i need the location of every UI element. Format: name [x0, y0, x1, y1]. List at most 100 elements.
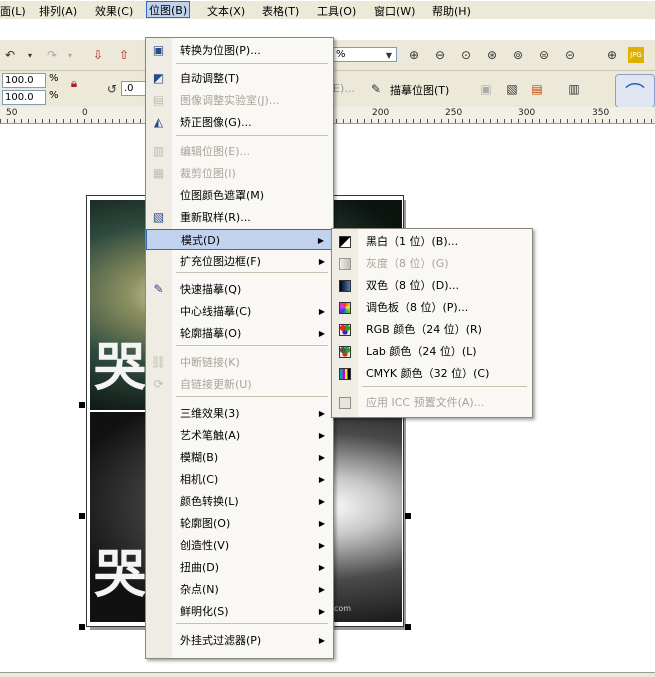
menu-item[interactable]: 轮廓图(O) ▶ — [146, 513, 333, 534]
menu-item: ▥ 编辑位图(E)... — [146, 141, 333, 162]
zoom-selected-icon[interactable]: ⊛ — [484, 47, 500, 63]
black-white-mode-icon — [337, 234, 352, 249]
trace-bitmap-button[interactable]: 描摹位图(T) — [390, 82, 449, 98]
height-scale-field[interactable]: 100.0 — [2, 90, 46, 105]
menu-item[interactable]: 创造性(V) ▶ — [146, 535, 333, 556]
menu-item[interactable]: 模式(D) ▶ — [146, 229, 333, 250]
menu-item-label: 快速描摹(Q) — [180, 283, 242, 296]
menu-item: ⛓ 中断链接(K) — [146, 352, 333, 373]
menu-item[interactable]: 轮廓描摹(O) ▶ — [146, 323, 333, 344]
resample-toolbar-icon[interactable]: ▧ — [504, 81, 520, 97]
submenu-item[interactable]: Lab 颜色（24 位）(L) — [332, 341, 532, 362]
menu-item[interactable]: ▣ 转换为位图(P)... — [146, 40, 333, 61]
palette-mode-icon — [337, 300, 352, 315]
menu-item-label: 鲜明化(S) — [180, 605, 229, 618]
menu-item-label: 矫正图像(G)... — [180, 116, 252, 129]
submenu-item: 灰度（8 位）(G) — [332, 253, 532, 274]
snap-icon[interactable]: ⊕ — [604, 47, 620, 63]
selection-handle[interactable] — [79, 624, 85, 630]
import-icon[interactable]: ⇩ — [90, 47, 106, 63]
selection-handle[interactable] — [405, 513, 411, 519]
selection-handle[interactable] — [79, 402, 85, 408]
lock-ratio-icon[interactable]: 🔒︎ — [66, 75, 82, 91]
zoom-page-icon[interactable]: ⊚ — [510, 47, 526, 63]
menu-bitmaps[interactable]: 位图(B) — [146, 1, 191, 18]
zoom-in-icon[interactable]: ⊕ — [406, 47, 422, 63]
zoom-dropdown-icon[interactable]: ▼ — [381, 47, 397, 63]
menu-tools[interactable]: 工具(O) — [317, 3, 356, 19]
jpg-export-icon[interactable]: JPG — [628, 47, 644, 63]
menu-help[interactable]: 帮助(H) — [432, 3, 471, 19]
zoom-height-icon[interactable]: ⊝ — [562, 47, 578, 63]
height-percent-label: % — [49, 90, 59, 101]
undo-dropdown-icon[interactable]: ▾ — [22, 47, 38, 63]
menu-item[interactable]: 模糊(B) ▶ — [146, 447, 333, 468]
redo-icon[interactable]: ↷ — [44, 47, 60, 63]
menu-item[interactable]: ✎ 快速描摹(Q) — [146, 279, 333, 300]
menu-separator — [176, 63, 328, 64]
menu-text[interactable]: 文本(X) — [207, 3, 245, 19]
menu-item[interactable]: 艺术笔触(A) ▶ — [146, 425, 333, 446]
zoom-width-icon[interactable]: ⊜ — [536, 47, 552, 63]
submenu-arrow-icon: ▶ — [318, 541, 325, 550]
menu-separator — [176, 272, 328, 273]
image-lab-icon: ▤ — [152, 93, 165, 107]
rotate-icon[interactable]: ↺ — [104, 81, 120, 97]
resample-icon: ▧ — [152, 210, 165, 224]
selection-handle[interactable] — [405, 624, 411, 630]
submenu-item[interactable]: 黑白（1 位）(B)... — [332, 231, 532, 252]
wrap-icon[interactable]: ▥ — [566, 81, 582, 97]
menu-item[interactable]: ▧ 重新取样(R)... — [146, 207, 333, 228]
menu-item[interactable]: ◭ 矫正图像(G)... — [146, 112, 333, 133]
submenu-arrow-icon: ▶ — [318, 607, 325, 616]
menu-item-label: 扭曲(D) — [180, 561, 220, 574]
submenu-item[interactable]: CMYK 颜色（32 位）(C) — [332, 363, 532, 384]
menu-item-label: 轮廓图(O) — [180, 517, 231, 530]
submenu-item[interactable]: 调色板（8 位）(P)... — [332, 297, 532, 318]
selection-handle[interactable] — [79, 513, 85, 519]
redo-dropdown-icon[interactable]: ▾ — [62, 47, 78, 63]
zoom-all-icon[interactable]: ⊙ — [458, 47, 474, 63]
menu-window[interactable]: 窗口(W) — [374, 3, 415, 19]
submenu-item[interactable]: RGB 颜色（24 位）(R) — [332, 319, 532, 340]
menu-table[interactable]: 表格(T) — [262, 3, 299, 19]
menu-item-label: 图像调整实验室(J)... — [180, 94, 280, 107]
menu-item[interactable]: 相机(C) ▶ — [146, 469, 333, 490]
edit-bitmap-icon: ▥ — [152, 144, 165, 158]
submenu-item[interactable]: 双色（8 位）(D)... — [332, 275, 532, 296]
menu-item[interactable]: 外挂式过滤器(P) ▶ — [146, 630, 333, 651]
menu-item[interactable]: 位图颜色遮罩(M) — [146, 185, 333, 206]
rotation-angle-field[interactable]: .0 — [121, 81, 147, 96]
straighten-icon: ◭ — [153, 115, 164, 129]
bitmaps-menu: ▣ 转换为位图(P)... ◩ 自动调整(T) ▤ 图像调整实验室(J)... ◭ 矫正图像(… — [145, 37, 334, 659]
menu-item[interactable]: 中心线描摹(C) ▶ — [146, 301, 333, 322]
bitmap-caption: 哭 — [94, 337, 147, 398]
menu-arrange[interactable]: 排列(A) — [39, 3, 77, 19]
ruler-label: 300 — [518, 108, 536, 118]
menu-item[interactable]: 三维效果(3) ▶ — [146, 403, 333, 424]
undo-icon[interactable]: ↶ — [2, 47, 18, 63]
submenu-arrow-icon: ▶ — [318, 636, 325, 645]
app-logo-icon: ⌒ — [615, 74, 655, 108]
menu-item[interactable]: 颜色转换(L) ▶ — [146, 491, 333, 512]
menu-layout[interactable]: 面(L) — [0, 3, 26, 19]
menu-item[interactable]: 杂点(N) ▶ — [146, 579, 333, 600]
submenu-arrow-icon: ▶ — [318, 563, 325, 572]
menu-separator — [362, 386, 527, 387]
quick-trace-icon: ✎ — [153, 282, 164, 296]
width-scale-field[interactable]: 100.0 — [2, 73, 46, 88]
menu-bar: 面(L) 排列(A) 效果(C) 位图(B) 文本(X) 表格(T) 工具(O)… — [0, 0, 655, 19]
menu-item[interactable]: 鲜明化(S) ▶ — [146, 601, 333, 622]
menu-item[interactable]: ◩ 自动调整(T) — [146, 68, 333, 89]
duotone-mode-icon — [337, 278, 352, 293]
trace-bitmap-icon[interactable]: ✎ — [368, 81, 384, 97]
color-mask-icon[interactable]: ▤ — [529, 81, 545, 97]
crop-icon[interactable]: ▣ — [478, 81, 494, 97]
partial-label: E)... — [333, 82, 355, 95]
menu-item[interactable]: 扭曲(D) ▶ — [146, 557, 333, 578]
submenu-item-label: RGB 颜色（24 位）(R) — [366, 323, 482, 336]
zoom-out-icon[interactable]: ⊖ — [432, 47, 448, 63]
menu-effects[interactable]: 效果(C) — [95, 3, 133, 19]
export-icon[interactable]: ⇧ — [116, 47, 132, 63]
menu-item[interactable]: 扩充位图边框(F) ▶ — [146, 251, 333, 272]
